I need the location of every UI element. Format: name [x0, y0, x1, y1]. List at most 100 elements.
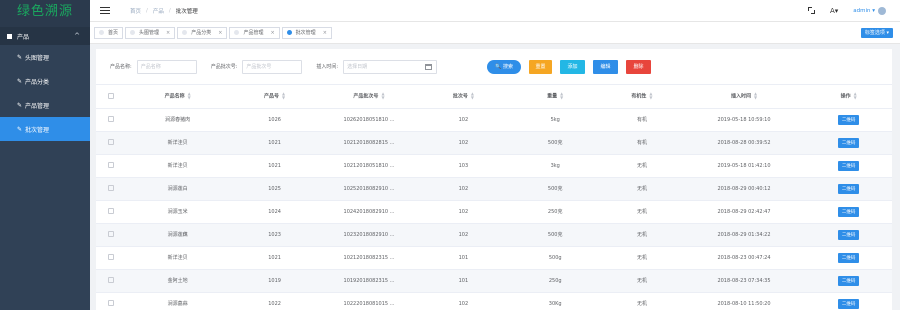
close-icon[interactable]: × — [218, 30, 222, 36]
row-checkbox[interactable] — [108, 208, 115, 215]
insert-time-cell: 2018-08-29 02:42:47 — [682, 200, 806, 224]
delete-button[interactable]: 删除 — [626, 59, 652, 74]
column-header[interactable]: 批次号 ▲ ▼ — [417, 85, 510, 109]
column-header[interactable]: 重量 ▲ ▼ — [509, 85, 602, 109]
sort-icon[interactable]: ▲ ▼ — [754, 92, 757, 100]
weight-cell: 250克 — [509, 200, 602, 224]
column-header[interactable]: 插入时间 ▲ ▼ — [682, 85, 806, 109]
breadcrumb-product[interactable]: 产品 — [153, 7, 164, 15]
tag-home[interactable]: 首页 — [94, 26, 124, 39]
row-checkbox[interactable] — [108, 231, 115, 238]
row-select-cell[interactable] — [96, 154, 127, 178]
close-icon[interactable]: × — [323, 30, 327, 36]
edit-button[interactable]: 编辑 — [593, 59, 619, 74]
product-name-cell: 新洋洼贝 — [126, 154, 229, 178]
row-select-cell[interactable] — [96, 177, 127, 201]
table-row[interactable]: 涧源玉米 1024 10242018082910 ... 102 250克 无机 2018-… — [96, 200, 892, 224]
qrcode-button[interactable]: 二维码 — [837, 114, 860, 125]
column-header[interactable]: 产品号 ▲ ▼ — [228, 85, 321, 109]
sidebar-group-product[interactable]: 产品 ^ — [0, 27, 90, 45]
sort-icon[interactable]: ▲ ▼ — [381, 92, 384, 100]
qrcode-button[interactable]: 二维码 — [837, 206, 860, 217]
row-select-cell[interactable] — [96, 269, 127, 293]
organic-cell: 有机 — [601, 131, 683, 155]
row-select-cell[interactable] — [96, 246, 127, 270]
row-checkbox[interactable] — [108, 254, 115, 261]
table-row[interactable]: 涧源春猪肉 1026 10262018051810 ... 102 5kg 有机 2019-… — [96, 108, 892, 132]
product-name-cell: 涧源玉米 — [126, 200, 229, 224]
pencil-icon: ✎ — [17, 125, 23, 133]
tag-product[interactable]: 产品管理 × — [229, 26, 280, 39]
insert-time-cell: 2018-08-23 00:47:24 — [682, 246, 806, 270]
table-row[interactable]: 涧源莲白 1025 10252018082910 ... 102 500克 无机 2018-… — [96, 177, 892, 201]
column-header[interactable]: 产品批次号 ▲ ▼ — [320, 85, 418, 109]
sidebar-item-banner[interactable]: ✎ 头图管理 — [0, 45, 90, 69]
qrcode-button[interactable]: 二维码 — [837, 183, 860, 194]
column-header[interactable]: 产品名称 ▲ ▼ — [126, 85, 229, 109]
table-row[interactable]: 涧源藠蒜 1022 10222018081015 ... 102 30Kg 无机 2018-… — [96, 292, 892, 310]
hamburger-menu-icon[interactable] — [100, 7, 110, 14]
tag-batch[interactable]: 批次管理 × — [281, 26, 332, 39]
close-icon[interactable]: × — [270, 30, 274, 36]
product-id-cell: 1021 — [228, 131, 321, 155]
actions-cell: 二维码 — [805, 246, 892, 270]
font-size-icon[interactable]: A▾ — [830, 7, 838, 15]
sidebar-item-batch[interactable]: ✎ 批次管理 — [0, 117, 90, 141]
row-select-cell[interactable] — [96, 223, 127, 247]
qrcode-button[interactable]: 二维码 — [837, 298, 860, 309]
sort-icon[interactable]: ▲ ▼ — [560, 92, 563, 100]
table-row[interactable]: 涧源莲藕 1023 10232018082910 ... 102 500克 无机 2018-… — [96, 223, 892, 247]
fullscreen-icon[interactable] — [807, 7, 815, 14]
sidebar-item-category[interactable]: ✎ 产品分类 — [0, 69, 90, 93]
table-row[interactable]: 新洋洼贝 1021 10212018082315 ... 101 500g 无机 2018-… — [96, 246, 892, 270]
batch-number-input[interactable]: 产品批次号 — [242, 59, 303, 74]
tag-banner[interactable]: 头图管理 × — [125, 26, 176, 39]
column-header[interactable]: 有机性 ▲ ▼ — [601, 85, 683, 109]
insert-time-cell: 2018-08-28 00:39:52 — [682, 131, 806, 155]
qrcode-button[interactable]: 二维码 — [837, 160, 860, 171]
column-header[interactable]: 操作 ▲ ▼ — [805, 85, 892, 109]
insert-time-picker[interactable]: 选择日期 — [343, 59, 438, 74]
sort-icon[interactable]: ▲ ▼ — [649, 92, 652, 100]
row-select-cell[interactable] — [96, 200, 127, 224]
row-select-cell[interactable] — [96, 292, 127, 310]
close-icon[interactable]: × — [166, 30, 170, 36]
row-checkbox[interactable] — [108, 300, 115, 307]
tag-category[interactable]: 产品分类 × — [177, 26, 228, 39]
qrcode-button[interactable]: 二维码 — [837, 275, 860, 286]
row-checkbox[interactable] — [108, 116, 115, 123]
sort-icon[interactable]: ▲ ▼ — [854, 92, 857, 100]
batch-cell: 102 — [417, 177, 510, 201]
product-id-cell: 1025 — [228, 177, 321, 201]
select-all-header[interactable] — [96, 85, 127, 109]
row-checkbox[interactable] — [108, 185, 115, 192]
row-checkbox[interactable] — [108, 139, 115, 146]
select-all-checkbox[interactable] — [108, 93, 115, 99]
batch-number-cell: 10232018082910 ... — [320, 223, 418, 247]
tag-options-button[interactable]: 标签选项 ▾ — [860, 27, 893, 38]
table-body: 涧源春猪肉 1026 10262018051810 ... 102 5kg 有机 2019-… — [96, 108, 892, 310]
weight-cell: 30Kg — [509, 292, 602, 310]
user-dropdown[interactable]: admin ▾ — [853, 6, 886, 15]
qrcode-button[interactable]: 二维码 — [837, 229, 860, 240]
sidebar-item-product[interactable]: ✎ 产品管理 — [0, 93, 90, 117]
product-name-input[interactable]: 产品名称 — [136, 59, 197, 74]
row-select-cell[interactable] — [96, 131, 127, 155]
add-button[interactable]: 添加 — [560, 59, 586, 74]
search-button[interactable]: 🔍 搜索 — [487, 59, 522, 74]
batch-cell: 101 — [417, 269, 510, 293]
breadcrumb-home[interactable]: 首页 — [130, 7, 141, 15]
reset-button[interactable]: 重置 — [529, 59, 553, 74]
qrcode-button[interactable]: 二维码 — [837, 137, 860, 148]
product-name-label: 产品名称: — [110, 64, 132, 70]
row-select-cell[interactable] — [96, 108, 127, 132]
row-checkbox[interactable] — [108, 162, 115, 169]
table-row[interactable]: 新洋洼贝 1021 10212018082815 ... 102 500克 有机 2018-… — [96, 131, 892, 155]
qrcode-button[interactable]: 二维码 — [837, 252, 860, 263]
sort-icon[interactable]: ▲ ▼ — [282, 92, 285, 100]
table-row[interactable]: 金阿土地 1019 10192018082315 ... 101 250g 无机 2018-… — [96, 269, 892, 293]
row-checkbox[interactable] — [108, 277, 115, 284]
sort-icon[interactable]: ▲ ▼ — [471, 92, 474, 100]
table-row[interactable]: 新洋洼贝 1021 10212018051810 ... 103 3kg 无机 2019-0… — [96, 154, 892, 178]
sort-icon[interactable]: ▲ ▼ — [188, 92, 191, 100]
